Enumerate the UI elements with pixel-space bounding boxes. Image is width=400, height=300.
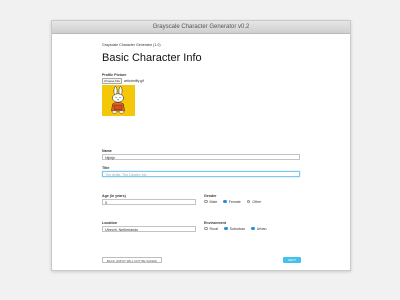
gender-female-radio[interactable] bbox=[223, 199, 227, 204]
title-label: Title bbox=[102, 166, 110, 170]
environment-radio-group: Rural Suburban Urban bbox=[204, 227, 270, 231]
choose-file-button[interactable]: Choose File bbox=[102, 77, 123, 84]
location-input[interactable]: Utrecht, Netherlands bbox=[102, 226, 196, 232]
name-label: Name bbox=[102, 149, 112, 153]
back-button[interactable]: BACK (INPUT WILL NOT BE SAVED) bbox=[102, 257, 162, 263]
location-label: Location bbox=[102, 221, 117, 225]
age-input[interactable]: 5 bbox=[102, 199, 196, 205]
environment-urban-radio[interactable] bbox=[251, 226, 255, 231]
environment-label: Environment bbox=[204, 221, 226, 225]
gender-label: Gender bbox=[204, 194, 217, 198]
age-label: Age (in years) bbox=[102, 194, 126, 198]
gender-male-radio[interactable] bbox=[204, 199, 208, 204]
title-input[interactable]: The Artist, The Dealer, etc. bbox=[102, 171, 300, 177]
page-title: Basic Character Info bbox=[102, 52, 202, 64]
environment-rural-label: Rural bbox=[209, 226, 219, 231]
next-button[interactable]: NEXT bbox=[283, 257, 301, 263]
miffy-illustration-icon bbox=[111, 86, 125, 114]
environment-urban-label: Urban bbox=[256, 226, 267, 231]
name-input[interactable]: Nijntje bbox=[102, 154, 300, 160]
gender-male-label: Male bbox=[209, 199, 218, 204]
environment-suburban-radio[interactable] bbox=[224, 226, 228, 231]
gender-radio-group: Male Female Other bbox=[204, 200, 265, 204]
profile-picture-label: Profile Picture bbox=[102, 73, 127, 77]
environment-suburban-label: Suburban bbox=[229, 226, 246, 231]
breadcrumb: Grayscale Character Generator (1.0) bbox=[102, 43, 161, 47]
environment-rural-radio[interactable] bbox=[204, 226, 208, 231]
gender-other-radio[interactable] bbox=[246, 199, 251, 204]
profile-picture bbox=[102, 85, 135, 116]
gender-female-label: Female bbox=[228, 199, 241, 204]
app-window: Grayscale Character Generator v0.2 Grays… bbox=[51, 20, 351, 271]
file-name: artistmiffy.gif bbox=[124, 78, 144, 83]
window-title: Grayscale Character Generator v0.2 bbox=[52, 21, 350, 34]
gender-other-label: Other bbox=[252, 199, 262, 204]
file-picker: Choose File artistmiffy.gif bbox=[102, 77, 144, 84]
